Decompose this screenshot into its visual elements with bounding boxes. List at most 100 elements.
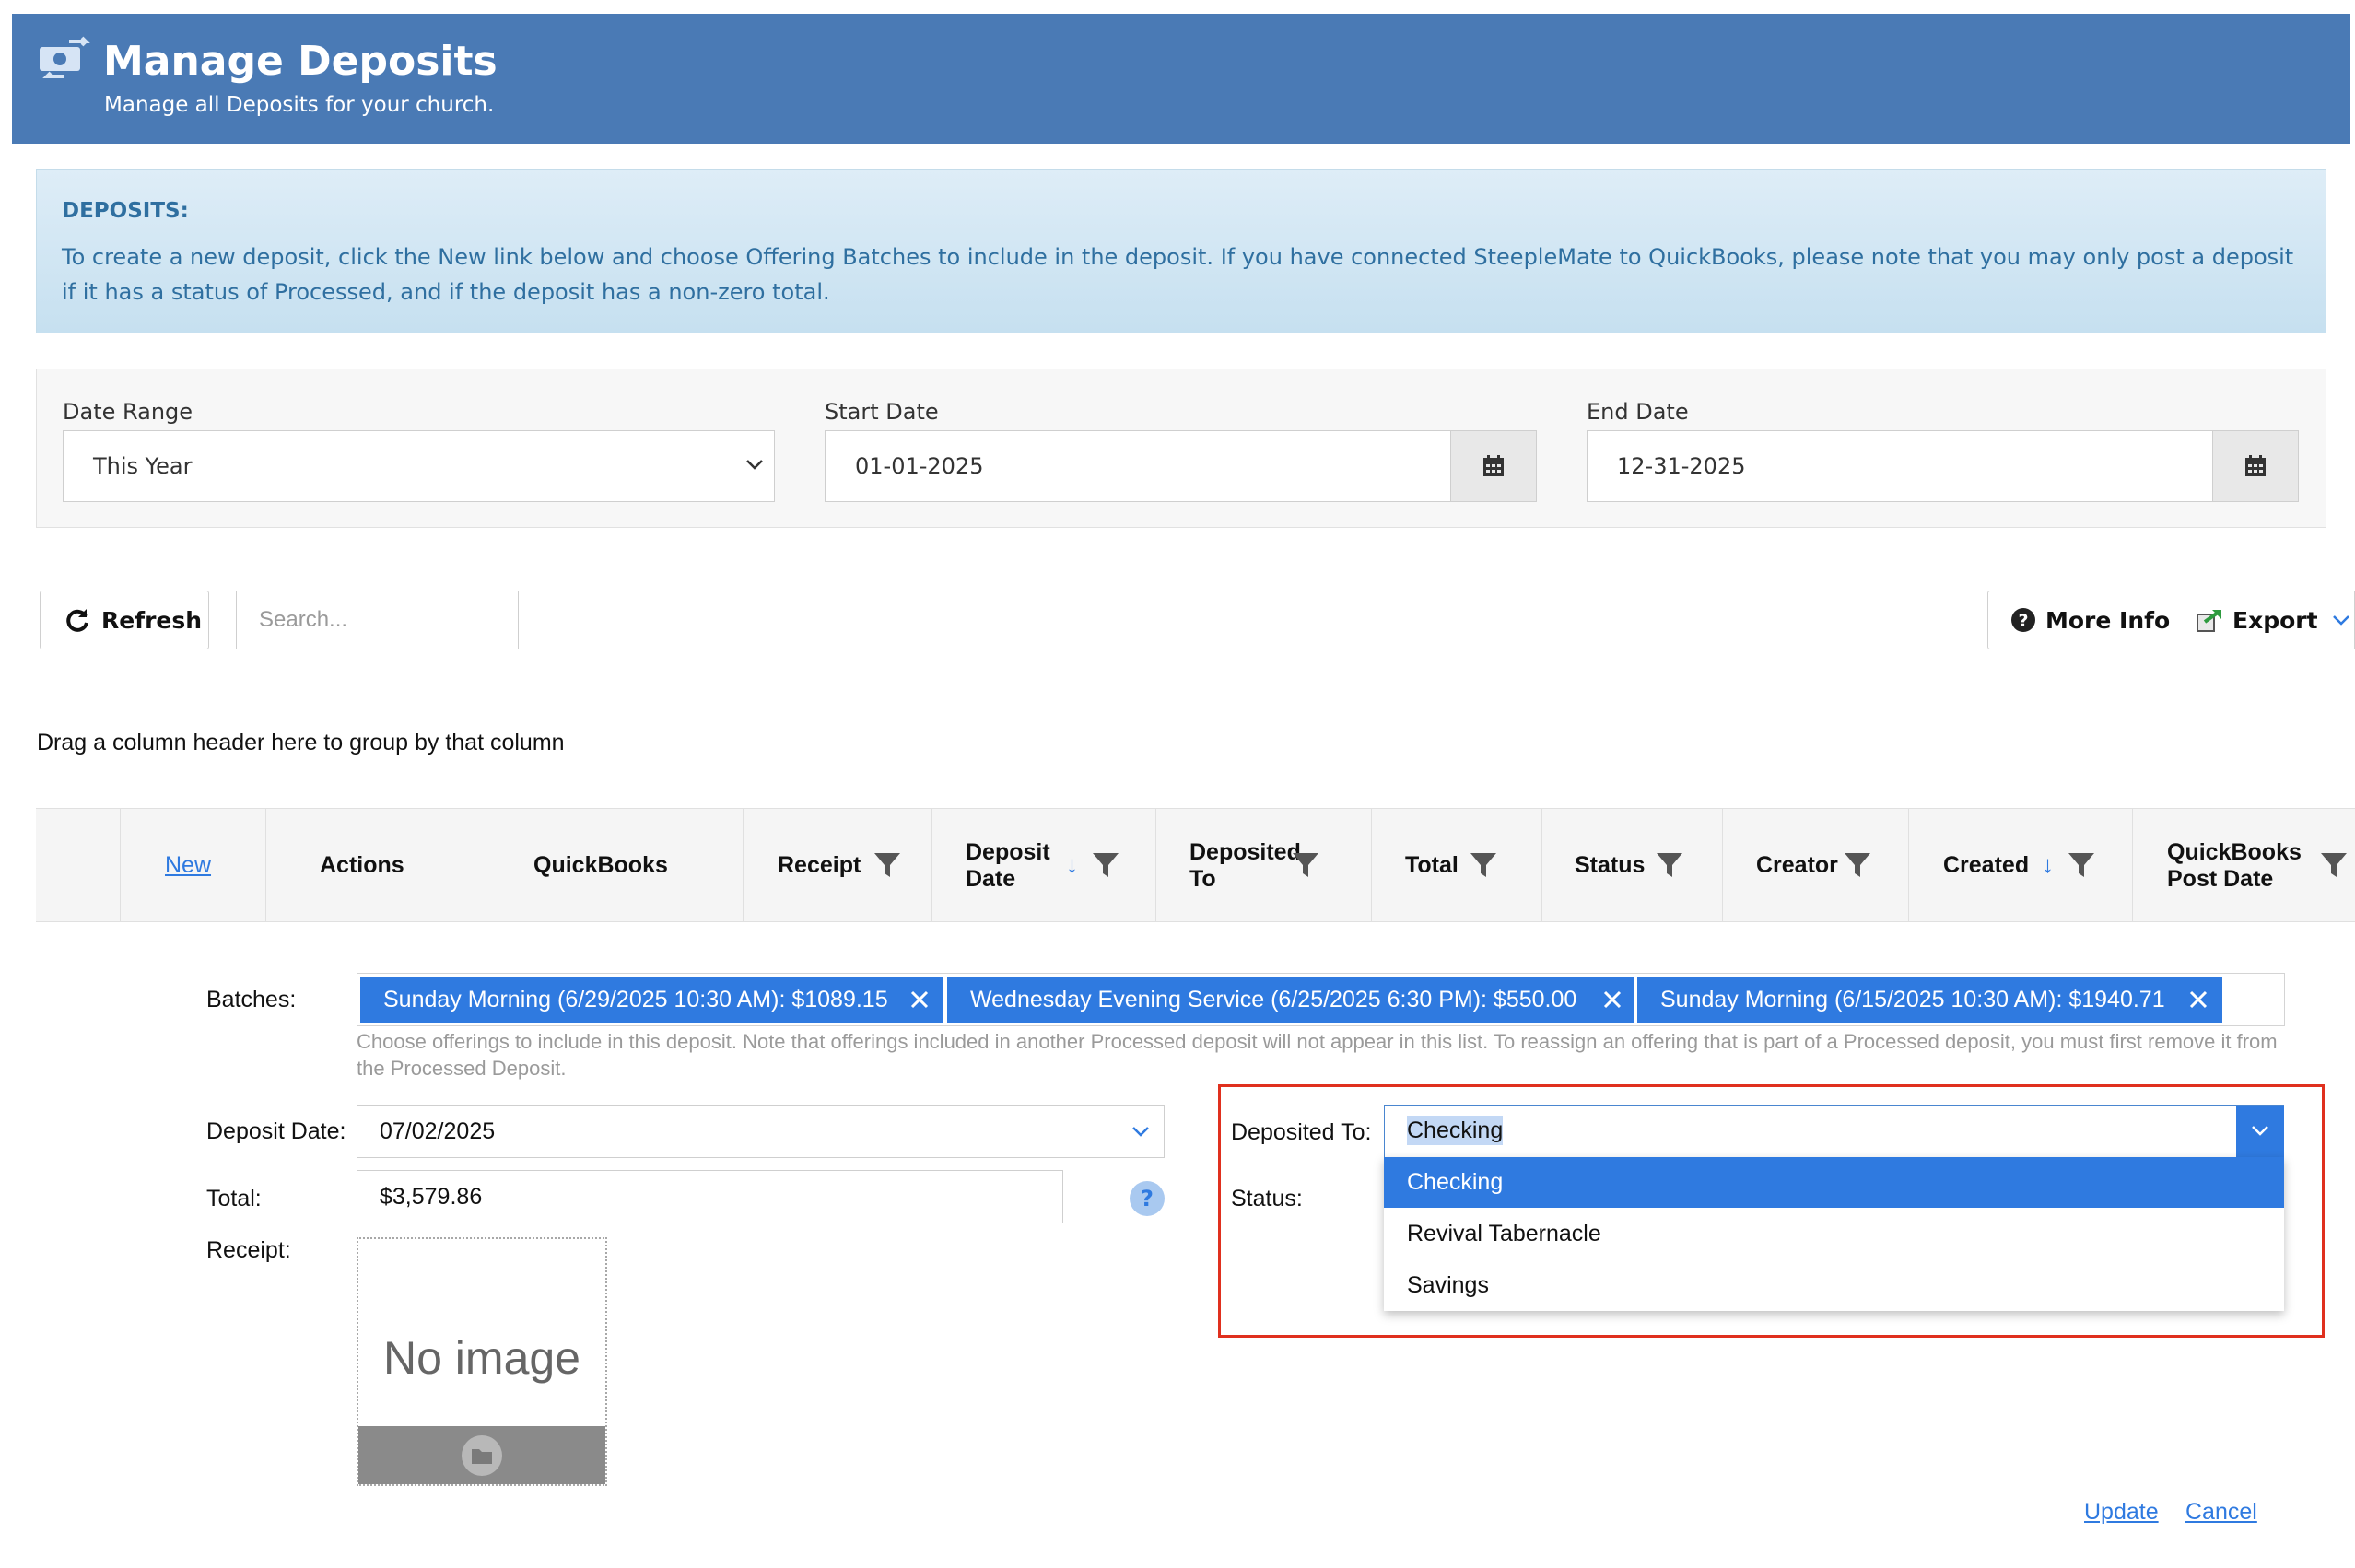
column-label: Creator	[1756, 852, 1838, 878]
column-label: Actions	[320, 852, 404, 878]
no-image-text: No image	[383, 1332, 580, 1384]
total-help-icon[interactable]: ?	[1130, 1181, 1165, 1216]
filter-icon[interactable]	[1292, 851, 1319, 879]
cancel-link[interactable]: Cancel	[2185, 1499, 2257, 1526]
column-label: Created	[1943, 852, 2030, 878]
filter-panel: Date Range This Year Start Date 01-01-20…	[36, 369, 2326, 528]
sort-down-icon[interactable]: ↓	[2042, 850, 2054, 879]
new-link[interactable]: New	[165, 852, 211, 879]
start-date-value: 01-01-2025	[855, 453, 984, 479]
batches-help-text: Choose offerings to include in this depo…	[357, 1030, 2278, 1080]
filter-icon[interactable]	[873, 851, 901, 879]
export-label: Export	[2232, 606, 2318, 634]
date-range-select[interactable]: This Year	[63, 430, 775, 502]
group-by-hint: Drag a column header here to group by th…	[37, 730, 565, 755]
grid-header: New Actions QuickBooks Receipt Deposit D…	[36, 808, 2355, 922]
filter-icon[interactable]	[1844, 851, 1871, 879]
batches-multiselect[interactable]: Sunday Morning (6/29/2025 10:30 AM): $10…	[357, 973, 2285, 1026]
money-transfer-icon	[40, 36, 90, 78]
chevron-down-icon	[2252, 1126, 2268, 1136]
calendar-icon	[1483, 455, 1504, 476]
dropdown-option[interactable]: Savings	[1384, 1260, 2284, 1311]
deposited-to-label: Deposited To:	[1231, 1119, 1372, 1145]
end-date-calendar-button[interactable]	[2213, 430, 2299, 502]
export-button[interactable]: Export	[2173, 591, 2355, 649]
dropdown-option[interactable]: Revival Tabernacle	[1384, 1209, 2284, 1259]
start-date-label: Start Date	[825, 399, 939, 425]
page-header: Manage Deposits Manage all Deposits for …	[12, 14, 2350, 144]
column-label: Deposit	[966, 839, 1050, 865]
refresh-button[interactable]: Refresh	[40, 591, 209, 649]
filter-icon[interactable]	[1656, 851, 1683, 879]
info-text: To create a new deposit, click the New l…	[62, 244, 2294, 305]
column-label: Status	[1575, 852, 1646, 878]
batch-tag: Sunday Morning (6/29/2025 10:30 AM): $10…	[360, 977, 943, 1023]
column-deposit-date[interactable]: Deposit Date ↓	[931, 809, 1155, 921]
upload-bar[interactable]	[358, 1426, 605, 1484]
start-date-calendar-button[interactable]	[1451, 430, 1537, 502]
receipt-label: Receipt:	[206, 1237, 291, 1263]
page-subtitle: Manage all Deposits for your church.	[104, 93, 495, 117]
more-info-label: More Info	[2045, 606, 2171, 634]
start-date-input[interactable]: 01-01-2025	[825, 430, 1451, 502]
batch-tag: Sunday Morning (6/15/2025 10:30 AM): $19…	[1637, 977, 2222, 1023]
dropdown-option[interactable]: Checking	[1384, 1157, 2284, 1208]
total-label: Total:	[206, 1186, 262, 1211]
filter-icon[interactable]	[2068, 851, 2095, 879]
column-actions[interactable]: Actions	[265, 809, 463, 921]
column-label: To	[1189, 866, 1216, 892]
filter-icon[interactable]	[2320, 851, 2348, 879]
column-creator[interactable]: Creator	[1722, 809, 1908, 921]
column-label: Total	[1405, 852, 1459, 878]
filter-icon[interactable]	[1470, 851, 1497, 879]
column-deposited-to[interactable]: Deposited To	[1155, 809, 1371, 921]
column-total[interactable]: Total	[1371, 809, 1541, 921]
export-icon	[2197, 610, 2221, 632]
close-icon[interactable]	[908, 989, 931, 1011]
refresh-label: Refresh	[101, 606, 203, 634]
chevron-down-icon[interactable]	[1131, 1126, 1150, 1139]
svg-text:?: ?	[2018, 611, 2028, 631]
deposited-to-options-list: Checking Revival Tabernacle Savings	[1384, 1157, 2284, 1311]
end-date-value: 12-31-2025	[1617, 453, 1746, 479]
status-label: Status:	[1231, 1186, 1303, 1211]
column-quickbooks[interactable]: QuickBooks	[463, 809, 743, 921]
search-input[interactable]	[236, 591, 519, 649]
batches-label: Batches:	[206, 987, 297, 1012]
close-icon[interactable]	[1601, 989, 1623, 1011]
date-range-label: Date Range	[63, 399, 193, 425]
column-label: QuickBooks	[2167, 839, 2302, 865]
question-circle-icon: ?	[2011, 608, 2035, 632]
receipt-image-placeholder[interactable]: No image	[357, 1237, 607, 1486]
column-label: Post Date	[2167, 866, 2274, 892]
column-created[interactable]: Created ↓	[1908, 809, 2132, 921]
deposited-to-dropdown-toggle[interactable]	[2236, 1106, 2284, 1157]
calendar-icon	[2245, 455, 2266, 476]
deposit-date-input[interactable]: 07/02/2025	[357, 1105, 1165, 1158]
batch-tag-label: Sunday Morning (6/29/2025 10:30 AM): $10…	[383, 986, 888, 1012]
total-input[interactable]: $3,579.86	[357, 1170, 1063, 1223]
column-label: Deposited	[1189, 839, 1301, 865]
column-new: New	[120, 809, 265, 921]
deposited-to-combobox[interactable]: Checking	[1384, 1105, 2284, 1158]
page-title: Manage Deposits	[103, 38, 498, 85]
batch-tag-label: Wednesday Evening Service (6/25/2025 6:3…	[970, 986, 1577, 1012]
info-panel: DEPOSITS: To create a new deposit, click…	[36, 169, 2326, 333]
column-receipt[interactable]: Receipt	[743, 809, 931, 921]
deposited-to-value: Checking	[1407, 1116, 1504, 1145]
column-quickbooks-post-date[interactable]: QuickBooks Post Date	[2132, 809, 2355, 921]
end-date-input[interactable]: 12-31-2025	[1587, 430, 2213, 502]
update-link[interactable]: Update	[2084, 1499, 2159, 1526]
filter-icon[interactable]	[1092, 851, 1119, 879]
total-value: $3,579.86	[380, 1183, 483, 1210]
refresh-icon	[66, 609, 88, 632]
end-date-label: End Date	[1587, 399, 1689, 425]
date-range-value: This Year	[93, 453, 193, 479]
sort-down-icon[interactable]: ↓	[1066, 850, 1078, 879]
more-info-button[interactable]: ? More Info	[1987, 591, 2173, 649]
column-label: Date	[966, 866, 1016, 892]
chevron-down-icon	[746, 460, 763, 470]
close-icon[interactable]	[2187, 989, 2209, 1011]
folder-upload-icon[interactable]	[461, 1434, 503, 1477]
column-status[interactable]: Status	[1541, 809, 1722, 921]
